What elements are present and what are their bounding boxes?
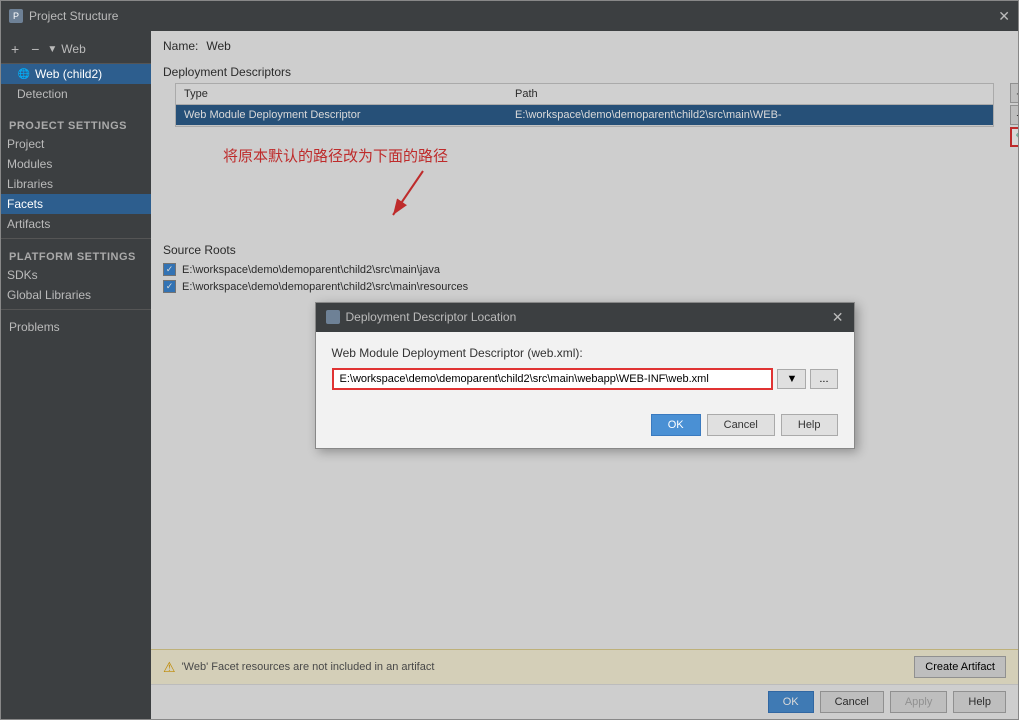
detection-label: Detection: [17, 87, 68, 101]
web-child-icon: 🌐: [17, 67, 31, 81]
web-child2-label: Web (child2): [35, 67, 102, 81]
facets-label: Facets: [7, 197, 43, 211]
dialog-overlay: Deployment Descriptor Location ✕ Web Mod…: [151, 31, 1018, 719]
web-child2-node[interactable]: 🌐 Web (child2): [1, 64, 151, 84]
divider2: [1, 309, 151, 310]
modules-label: Modules: [7, 157, 52, 171]
close-button[interactable]: ✕: [998, 8, 1010, 25]
sdks-label: SDKs: [7, 268, 38, 282]
project-label: Project: [7, 137, 44, 151]
content-area: Name: Web Deployment Descriptors Type Pa…: [151, 31, 1018, 719]
descriptor-browse-button[interactable]: ...: [810, 369, 837, 389]
add-button[interactable]: +: [7, 39, 23, 59]
window-icon: P: [9, 9, 23, 23]
dialog-title-bar: Deployment Descriptor Location ✕: [316, 303, 854, 332]
web-tree-label[interactable]: Web: [61, 42, 85, 56]
main-area: + − ▼ Web 🌐 Web (child2) Detection Proje…: [1, 31, 1018, 719]
sidebar: + − ▼ Web 🌐 Web (child2) Detection Proje…: [1, 31, 151, 719]
remove-button[interactable]: −: [27, 39, 43, 59]
tree-arrow: ▼: [47, 44, 57, 55]
dialog-input-row: ▼ ...: [332, 368, 838, 390]
dialog-title: Deployment Descriptor Location: [346, 310, 517, 324]
window-title: Project Structure: [29, 9, 118, 23]
dialog-label: Web Module Deployment Descriptor (web.xm…: [332, 346, 838, 360]
global-libraries-label: Global Libraries: [7, 288, 91, 302]
dialog-body: Web Module Deployment Descriptor (web.xm…: [316, 332, 854, 404]
sidebar-item-modules[interactable]: Modules: [1, 154, 151, 174]
deployment-descriptor-dialog: Deployment Descriptor Location ✕ Web Mod…: [315, 302, 855, 449]
dialog-close-button[interactable]: ✕: [832, 309, 844, 326]
sidebar-item-libraries[interactable]: Libraries: [1, 174, 151, 194]
artifacts-label: Artifacts: [7, 217, 50, 231]
sidebar-item-global-libraries[interactable]: Global Libraries: [1, 285, 151, 305]
descriptor-dropdown-button[interactable]: ▼: [777, 369, 806, 389]
sidebar-item-sdks[interactable]: SDKs: [1, 265, 151, 285]
sidebar-toolbar: + − ▼ Web: [1, 35, 151, 64]
dialog-icon: [326, 310, 340, 324]
sidebar-item-artifacts[interactable]: Artifacts: [1, 214, 151, 234]
platform-settings-label: Platform Settings: [1, 243, 151, 265]
spacer: [1, 104, 151, 112]
sidebar-item-project[interactable]: Project: [1, 134, 151, 154]
title-bar-left: P Project Structure: [9, 9, 118, 23]
detection-node[interactable]: Detection: [1, 84, 151, 104]
project-structure-window: P Project Structure ✕ + − ▼ Web 🌐 Web (c…: [0, 0, 1019, 720]
project-settings-label: Project Settings: [1, 112, 151, 134]
dialog-footer: OK Cancel Help: [316, 404, 854, 448]
dialog-cancel-button[interactable]: Cancel: [707, 414, 775, 436]
dialog-ok-button[interactable]: OK: [651, 414, 701, 436]
libraries-label: Libraries: [7, 177, 53, 191]
divider: [1, 238, 151, 239]
descriptor-path-input[interactable]: [332, 368, 774, 390]
title-bar: P Project Structure ✕: [1, 1, 1018, 31]
dialog-help-button[interactable]: Help: [781, 414, 838, 436]
sidebar-item-problems[interactable]: Problems: [1, 314, 151, 340]
dialog-title-left: Deployment Descriptor Location: [326, 310, 517, 324]
sidebar-item-facets[interactable]: Facets: [1, 194, 151, 214]
